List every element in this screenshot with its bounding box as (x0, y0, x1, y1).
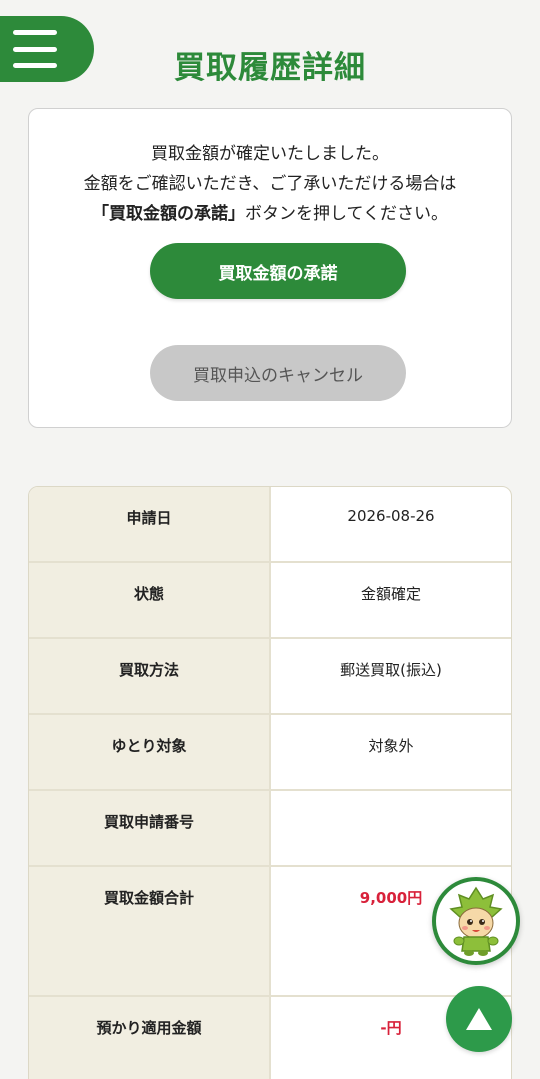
page-title: 買取履歴詳細 (174, 50, 366, 86)
row-value-application-date: 2026-08-26 (347, 507, 435, 525)
notice-line-2: 金額をご確認いただき、ご了承いただける場合は (83, 174, 457, 194)
notice-line-3: 「買取金額の承諾」ボタンを押してください。 (29, 199, 511, 229)
row-label-status: 状態 (29, 563, 271, 637)
table-row: 状態 金額確定 (29, 563, 511, 639)
notice-message: 買取金額が確定いたしました。 金額をご確認いただき、ご了承いただける場合は 「買… (29, 139, 511, 229)
approve-price-button[interactable]: 買取金額の承諾 (150, 243, 406, 299)
notice-line-3-rest: ボタンを押してください。 (245, 204, 448, 224)
row-value-yutori: 対象外 (368, 737, 414, 755)
row-value-application-number (271, 791, 511, 865)
table-row: 申請日 2026-08-26 (29, 487, 511, 563)
notice-line-3-emphasis: 「買取金額の承諾」 (92, 204, 245, 224)
table-row: 買取申請番号 (29, 791, 511, 867)
scroll-to-top-button[interactable] (446, 986, 512, 1052)
notice-line-1: 買取金額が確定いたしました。 (151, 144, 389, 164)
cancel-application-button[interactable]: 買取申込のキャンセル (150, 345, 406, 401)
row-value-purchase-method: 郵送買取(振込) (340, 661, 442, 679)
mascot-button[interactable] (432, 877, 520, 965)
notice-card: 買取金額が確定いたしました。 金額をご確認いただき、ご了承いただける場合は 「買… (28, 108, 512, 428)
row-label-deposit-amount: 預かり適用金額 (29, 997, 271, 1079)
table-row: 預かり適用金額 -円 (29, 997, 511, 1079)
row-label-application-number: 買取申請番号 (29, 791, 271, 865)
arrow-up-icon (466, 1008, 492, 1030)
table-row: ゆとり対象 対象外 (29, 715, 511, 791)
detail-table: 申請日 2026-08-26 状態 金額確定 買取方法 郵送買取(振込) ゆとり… (28, 486, 512, 1079)
row-value-status: 金額確定 (360, 585, 421, 603)
row-label-purchase-method: 買取方法 (29, 639, 271, 713)
table-row: 買取方法 郵送買取(振込) (29, 639, 511, 715)
page: 買取履歴詳細 買取金額が確定いたしました。 金額をご確認いただき、ご了承いただけ… (0, 0, 540, 1079)
row-label-yutori: ゆとり対象 (29, 715, 271, 789)
mascot-character-icon (449, 886, 503, 956)
row-label-total-price: 買取金額合計 (29, 867, 271, 995)
row-label-application-date: 申請日 (29, 487, 271, 561)
